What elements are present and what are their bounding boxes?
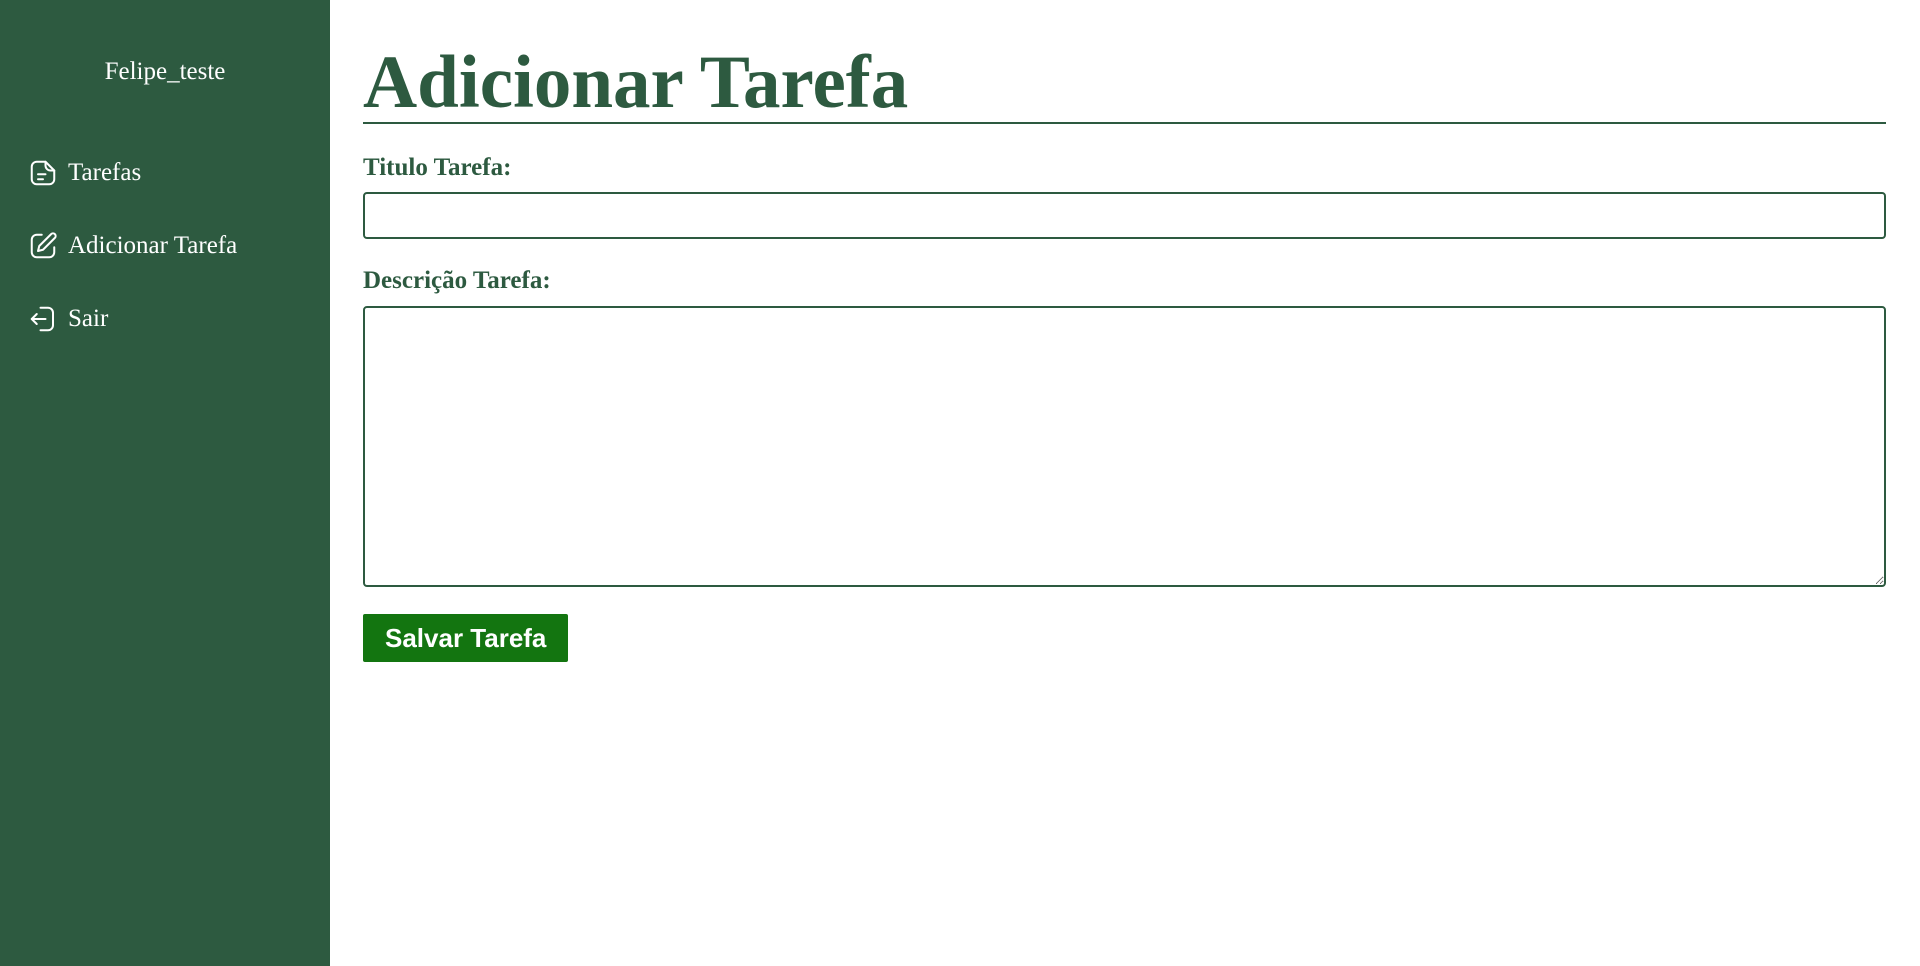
sidebar-item-tarefas[interactable]: Tarefas <box>0 136 330 209</box>
sidebar-item-sair[interactable]: Sair <box>0 282 330 355</box>
page-title: Adicionar Tarefa <box>363 0 1886 124</box>
sidebar-item-label: Tarefas <box>68 158 142 186</box>
note-icon <box>28 158 58 188</box>
main-content: Adicionar Tarefa Titulo Tarefa: Descriçã… <box>330 0 1920 966</box>
sidebar-username: Felipe_teste <box>104 58 226 85</box>
edit-icon <box>28 231 58 261</box>
sidebar: Felipe_teste Tarefas Adicionar Tarefa Sa… <box>0 0 330 966</box>
sidebar-item-label: Sair <box>68 304 109 332</box>
app-root: Felipe_teste Tarefas Adicionar Tarefa Sa… <box>0 0 1920 966</box>
sidebar-item-label: Adicionar Tarefa <box>68 231 238 259</box>
task-description-label: Descrição Tarefa: <box>363 267 551 294</box>
task-description-textarea[interactable] <box>363 306 1886 587</box>
save-task-button[interactable]: Salvar Tarefa <box>363 614 569 662</box>
task-title-label: Titulo Tarefa: <box>363 154 512 181</box>
task-title-input[interactable] <box>363 192 1886 239</box>
logout-icon <box>28 304 58 334</box>
sidebar-item-adicionar-tarefa[interactable]: Adicionar Tarefa <box>0 209 330 282</box>
add-task-form: Titulo Tarefa: Descrição Tarefa: Salvar … <box>363 154 1886 662</box>
